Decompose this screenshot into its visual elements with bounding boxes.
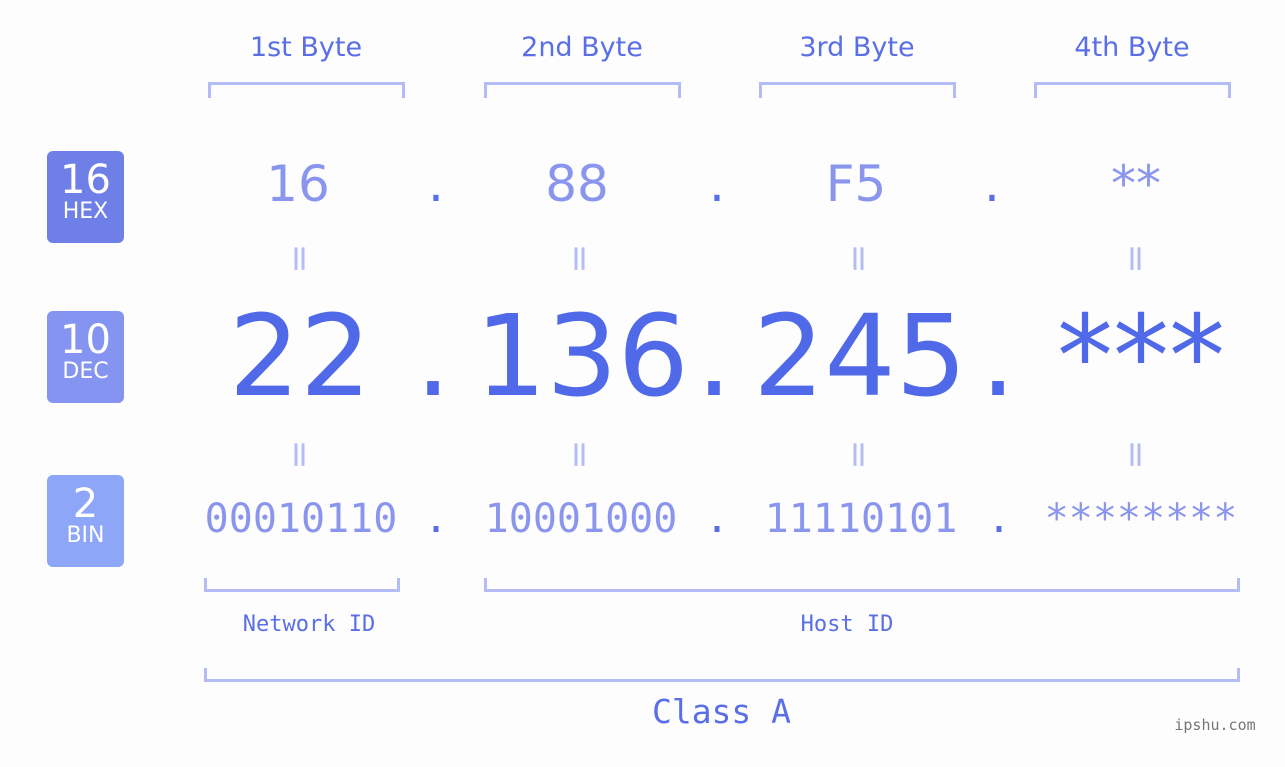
hex-badge: 16 HEX [47,151,124,243]
bin-separator: . [986,496,1012,542]
watermark: ipshu.com [1174,716,1256,734]
bin-byte-2: 10001000 [484,496,678,542]
equals-icon: = [559,243,601,274]
host-id-bracket [484,578,1240,592]
dec-badge: 10 DEC [47,311,124,403]
host-id-label: Host ID [800,612,894,637]
hex-badge-label: HEX [62,199,109,224]
equals-icon: = [838,439,880,470]
hex-byte-2: 88 [545,155,609,213]
equals-icon: = [279,243,321,274]
hex-byte-4: ** [1111,155,1161,213]
dec-badge-label: DEC [62,359,109,384]
bin-badge-label: BIN [66,523,105,548]
bin-separator: . [423,496,449,542]
dec-byte-4: *** [1057,292,1225,422]
bin-byte-4: ******** [1044,496,1238,542]
bin-separator: . [704,496,730,542]
hex-separator: . [709,155,725,213]
byte-header-3: 3rd Byte [799,32,915,63]
hex-separator: . [984,155,1000,213]
bin-byte-1: 00010110 [204,496,398,542]
hex-badge-base: 16 [60,157,111,203]
byte-bracket-4 [1034,82,1231,98]
bin-byte-3: 11110101 [764,496,958,542]
equals-icon: = [1115,243,1157,274]
byte-bracket-2 [484,82,681,98]
class-label: Class A [651,692,792,731]
class-bracket [204,668,1240,682]
hex-byte-3: F5 [825,155,887,213]
byte-bracket-1 [208,82,405,98]
byte-bracket-3 [759,82,956,98]
dec-byte-2: 136 [475,292,689,422]
byte-header-4: 4th Byte [1074,32,1190,63]
network-id-bracket [204,578,400,592]
equals-icon: = [559,439,601,470]
byte-header-2: 2nd Byte [521,32,643,63]
equals-icon: = [279,439,321,470]
equals-icon: = [838,243,880,274]
dec-byte-3: 245 [753,292,967,422]
hex-byte-1: 16 [266,155,330,213]
dec-badge-base: 10 [60,317,111,363]
network-id-label: Network ID [242,612,376,637]
dec-byte-1: 22 [228,292,372,422]
byte-header-1: 1st Byte [249,32,363,63]
bin-badge: 2 BIN [47,475,124,567]
hex-separator: . [428,155,444,213]
bin-badge-base: 2 [72,481,99,527]
equals-icon: = [1115,439,1157,470]
